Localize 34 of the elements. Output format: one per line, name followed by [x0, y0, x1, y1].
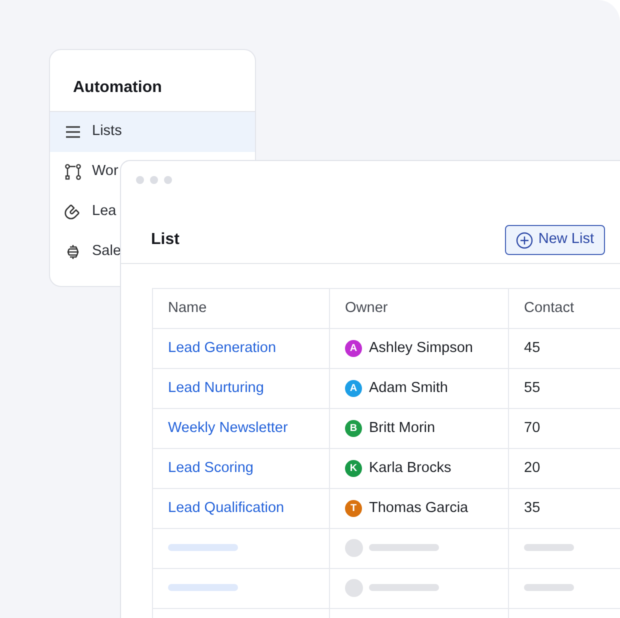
column-header: Name: [152, 288, 330, 328]
owner-name: Britt Morin: [369, 418, 436, 438]
magnet-icon: [64, 203, 82, 221]
window-dot: [150, 176, 158, 184]
window-dot: [164, 176, 172, 184]
list-link[interactable]: Lead Scoring: [168, 460, 254, 476]
sidebar-item[interactable]: Sale: [50, 232, 124, 272]
new-list-button[interactable]: New List: [505, 225, 605, 255]
column-header: Owner: [330, 288, 508, 328]
skeleton-bar: [168, 544, 238, 552]
owner-avatar: T: [345, 500, 362, 517]
sidebar-item[interactable]: Lists: [50, 112, 255, 152]
owner-avatar: B: [345, 420, 362, 437]
owner-name: Adam Smith: [369, 378, 448, 398]
owner-name: Thomas Garcia: [369, 498, 468, 518]
owner-name: Karla Brocks: [369, 458, 452, 478]
column-header: Contact: [508, 288, 620, 328]
owner-name: Ashley Simpson: [369, 338, 473, 358]
add-icon: [516, 232, 534, 248]
skeleton-avatar: [345, 578, 363, 597]
sidebar-item[interactable]: Lea: [50, 192, 118, 232]
skeleton-avatar: [345, 538, 363, 557]
owner-avatar: A: [345, 340, 362, 357]
owner-avatar: K: [345, 460, 362, 477]
sidebar-item[interactable]: Wor: [50, 152, 120, 192]
owner-avatar: A: [345, 380, 362, 397]
skeleton-bar: [168, 584, 238, 592]
window-title: List: [151, 230, 180, 250]
window-dot: [136, 176, 144, 184]
skeleton-bar: [369, 584, 439, 592]
flow-icon: [64, 163, 82, 181]
skeleton-bar: [369, 544, 439, 552]
skeleton-bar: [524, 544, 574, 552]
skeleton-bar: [524, 584, 574, 592]
